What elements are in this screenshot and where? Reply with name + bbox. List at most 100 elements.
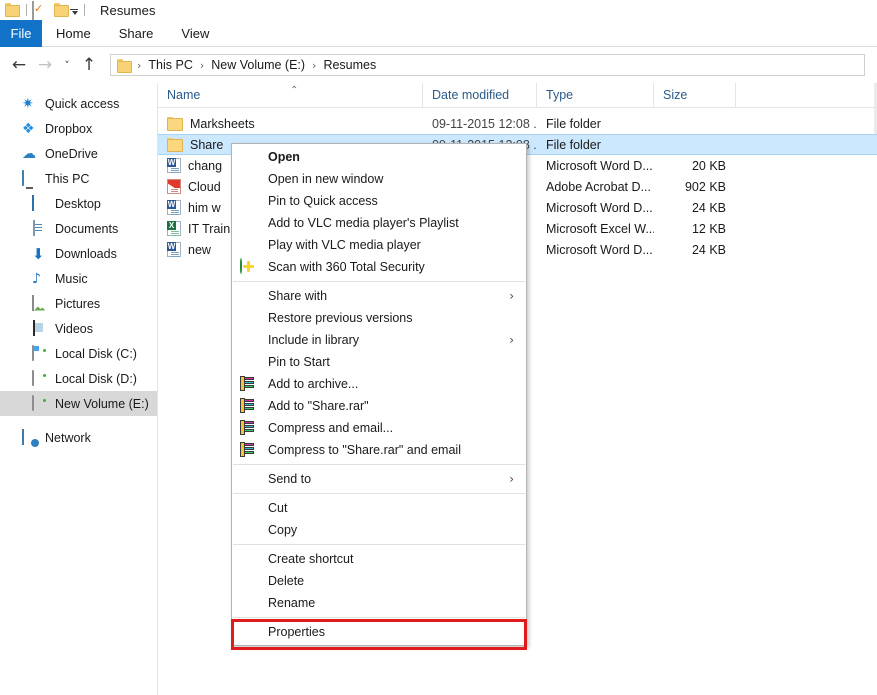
new-folder-icon[interactable] (54, 2, 70, 18)
column-header-type[interactable]: Type (537, 83, 654, 108)
menu-item-play-with-vlc[interactable]: Play with VLC media player (232, 234, 526, 256)
menu-label-add-to-share-rar: Add to "Share.rar" (268, 399, 369, 413)
menu-item-restore-previous-versions[interactable]: Restore previous versions (232, 307, 526, 329)
menu-item-compress-to-share-rar-and-email[interactable]: Compress to "Share.rar" and email (232, 439, 526, 461)
column-header-date-label: Date modified (432, 88, 509, 102)
column-header-size-label: Size (663, 88, 687, 102)
menu-label-create-shortcut: Create shortcut (268, 552, 353, 566)
column-header-date-modified[interactable]: Date modified (423, 83, 537, 108)
file-size-cell: 12 KB (654, 222, 736, 236)
context-menu: Open Open in new window Pin to Quick acc… (231, 143, 527, 646)
sidebar-item-downloads[interactable]: ⬇ Downloads (0, 241, 157, 266)
file-type-cell: File folder (537, 117, 654, 131)
file-name-text: Marksheets (190, 117, 255, 131)
menu-item-copy[interactable]: Copy (232, 519, 526, 541)
file-size-cell: 20 KB (654, 159, 736, 173)
file-explorer-window: ✓ Resumes File Home Share View ← → ˅ ↑ ›… (0, 0, 877, 695)
back-icon[interactable]: ← (6, 52, 32, 78)
sidebar-item-network[interactable]: Network (0, 425, 157, 450)
tab-file[interactable]: File (0, 20, 42, 47)
sidebar-item-quick-access[interactable]: ✷ Quick access (0, 91, 157, 116)
pictures-icon (32, 296, 48, 312)
chevron-right-icon: › (509, 472, 514, 486)
file-size-cell: 24 KB (654, 201, 736, 215)
file-name-cell: Marksheets (158, 116, 423, 132)
title-bar: ✓ Resumes (0, 0, 877, 20)
star-icon: ✷ (22, 96, 38, 112)
sidebar-item-music[interactable]: ♪ Music (0, 266, 157, 291)
menu-item-pin-to-start[interactable]: Pin to Start (232, 351, 526, 373)
sidebar-item-videos[interactable]: Videos (0, 316, 157, 341)
menu-item-rename[interactable]: Rename (232, 592, 526, 614)
folder-icon[interactable] (5, 2, 21, 18)
menu-item-include-in-library[interactable]: Include in library › (232, 329, 526, 351)
sidebar-label-this-pc: This PC (45, 172, 89, 186)
tab-share[interactable]: Share (105, 20, 168, 47)
sidebar-item-local-disk-c[interactable]: Local Disk (C:) (0, 341, 157, 366)
column-header-name[interactable]: ⌃ Name (158, 83, 423, 108)
chevron-right-icon: › (509, 333, 514, 347)
menu-item-add-to-vlc-playlist[interactable]: Add to VLC media player's Playlist (232, 212, 526, 234)
menu-item-add-to-share-rar[interactable]: Add to "Share.rar" (232, 395, 526, 417)
folder-icon (167, 137, 183, 153)
table-row[interactable]: Marksheets 09-11-2015 12:08 ... File fol… (158, 113, 877, 134)
menu-item-cut[interactable]: Cut (232, 497, 526, 519)
menu-item-add-to-archive[interactable]: Add to archive... (232, 373, 526, 395)
file-name-text: Cloud (188, 180, 221, 194)
sidebar-item-documents[interactable]: Documents (0, 216, 157, 241)
breadcrumb-new-volume[interactable]: New Volume (E:) (209, 58, 307, 72)
column-header-name-label: Name (167, 88, 200, 102)
documents-icon (32, 221, 48, 237)
menu-item-properties[interactable]: Properties (232, 621, 526, 643)
network-icon (22, 430, 38, 446)
sidebar-item-dropbox[interactable]: ❖ Dropbox (0, 116, 157, 141)
sidebar-label-quick-access: Quick access (45, 97, 119, 111)
file-type-cell: File folder (537, 138, 654, 152)
breadcrumb-this-pc[interactable]: This PC (146, 58, 194, 72)
winrar-icon (240, 398, 256, 414)
forward-icon: → (32, 52, 58, 78)
sidebar-item-local-disk-d[interactable]: Local Disk (D:) (0, 366, 157, 391)
sidebar-label-music: Music (55, 272, 88, 286)
menu-item-pin-to-quick-access[interactable]: Pin to Quick access (232, 190, 526, 212)
sidebar-label-dropbox: Dropbox (45, 122, 92, 136)
file-type-cell: Adobe Acrobat D... (537, 180, 654, 194)
sidebar-item-desktop[interactable]: Desktop (0, 191, 157, 216)
menu-item-share-with[interactable]: Share with › (232, 285, 526, 307)
menu-item-delete[interactable]: Delete (232, 570, 526, 592)
drive-icon-d (32, 371, 48, 387)
sidebar-label-network: Network (45, 431, 91, 445)
winrar-icon (240, 376, 256, 392)
menu-separator-5 (233, 617, 525, 618)
breadcrumb-resumes[interactable]: Resumes (321, 58, 378, 72)
sidebar-item-onedrive[interactable]: ☁ OneDrive (0, 141, 157, 166)
sidebar-item-pictures[interactable]: Pictures (0, 291, 157, 316)
dropbox-icon: ❖ (22, 121, 38, 137)
menu-separator-3 (233, 493, 525, 494)
menu-item-create-shortcut[interactable]: Create shortcut (232, 548, 526, 570)
tab-home[interactable]: Home (42, 20, 105, 47)
menu-item-compress-and-email[interactable]: Compress and email... (232, 417, 526, 439)
tab-view[interactable]: View (167, 20, 223, 47)
word-icon (167, 158, 181, 173)
properties-icon[interactable]: ✓ (32, 2, 48, 18)
toolbar-divider-2 (84, 4, 85, 16)
up-icon[interactable]: ↑ (76, 52, 102, 78)
videos-icon (32, 321, 48, 337)
menu-item-open[interactable]: Open (232, 146, 526, 168)
sidebar-item-this-pc[interactable]: This PC (0, 166, 157, 191)
file-name-text: new (188, 243, 211, 257)
menu-item-open-in-new-window[interactable]: Open in new window (232, 168, 526, 190)
breadcrumb[interactable]: › This PC › New Volume (E:) › Resumes (110, 54, 865, 76)
breadcrumb-separator-0: › (132, 59, 146, 72)
column-header-size[interactable]: Size (654, 83, 736, 108)
menu-label-pin-to-quick-access: Pin to Quick access (268, 194, 378, 208)
sidebar-item-new-volume-e[interactable]: New Volume (E:) (0, 391, 157, 416)
sidebar-label-local-disk-c: Local Disk (C:) (55, 347, 137, 361)
breadcrumb-folder-icon (117, 59, 132, 71)
menu-separator-1 (233, 281, 525, 282)
chevron-down-icon[interactable] (70, 6, 79, 15)
recent-locations-icon[interactable]: ˅ (58, 52, 76, 78)
menu-item-send-to[interactable]: Send to › (232, 468, 526, 490)
menu-item-scan-360[interactable]: Scan with 360 Total Security (232, 256, 526, 278)
